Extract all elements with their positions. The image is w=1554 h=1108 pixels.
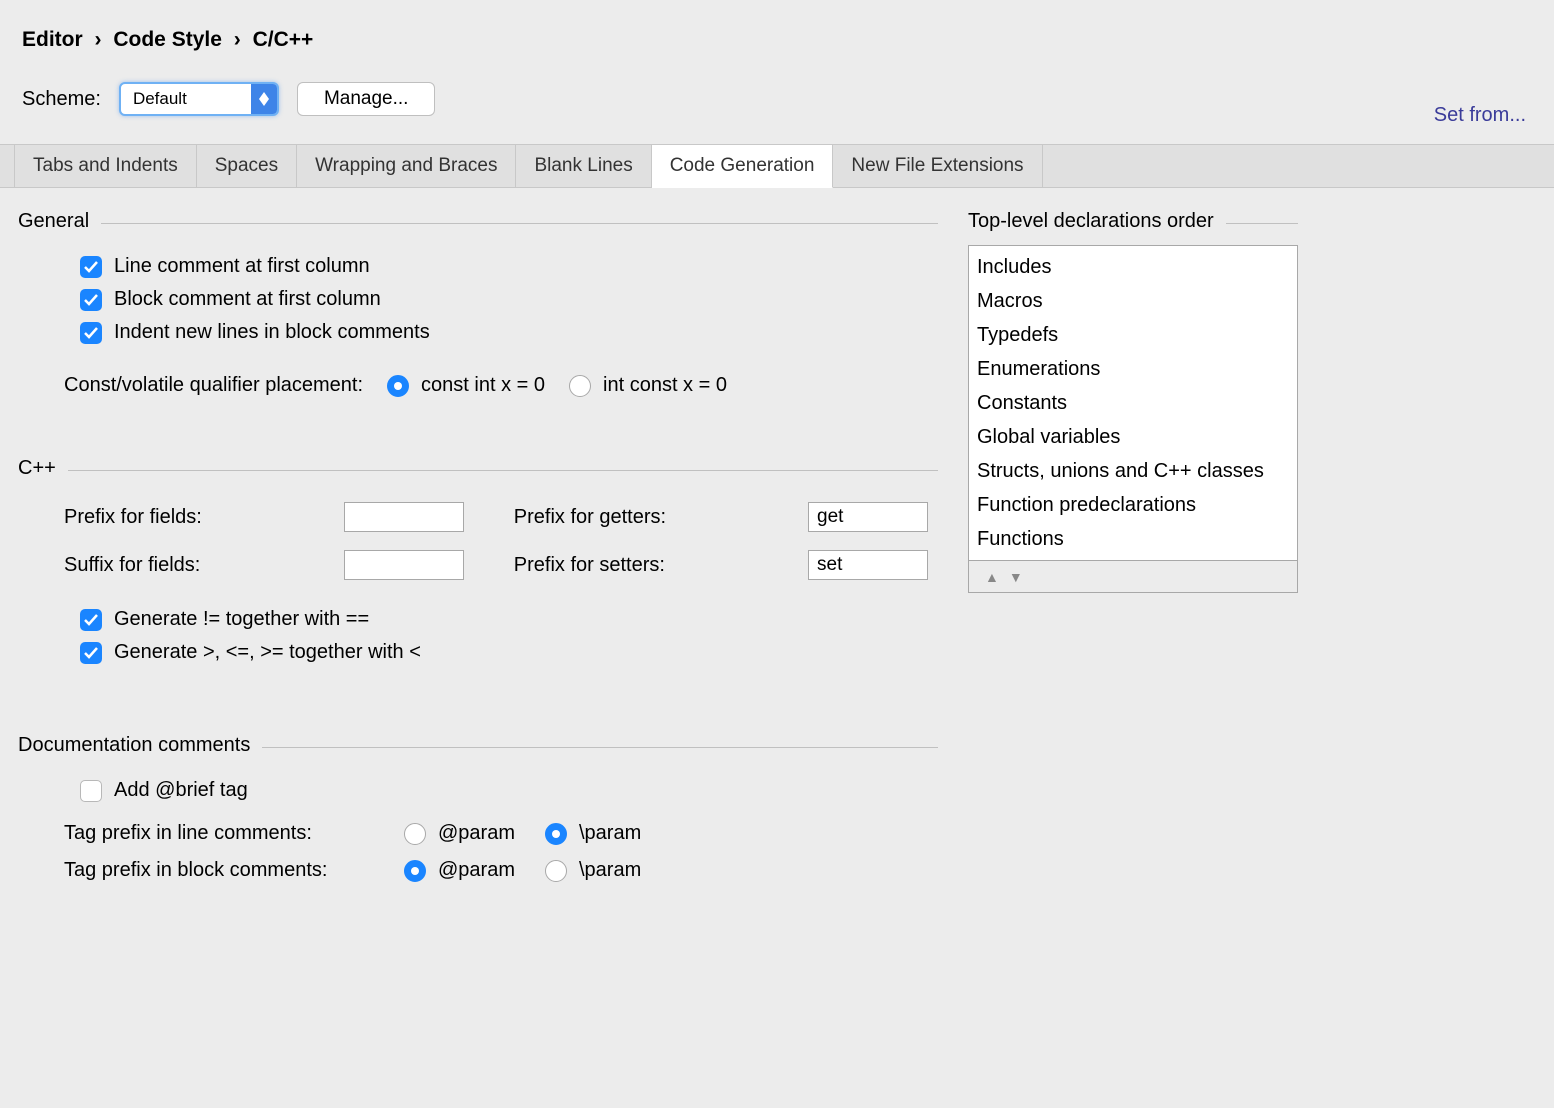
divider bbox=[262, 747, 938, 748]
block-comment-first-col-label: Block comment at first column bbox=[114, 288, 381, 311]
gen-ne-label: Generate != together with == bbox=[114, 608, 369, 631]
tab-tabs-indents[interactable]: Tabs and Indents bbox=[14, 145, 197, 187]
tabs: Tabs and Indents Spaces Wrapping and Bra… bbox=[0, 144, 1554, 188]
divider bbox=[68, 470, 938, 471]
divider bbox=[101, 223, 938, 224]
cv-int-const-radio[interactable] bbox=[569, 375, 591, 397]
list-item[interactable]: Structs, unions and C++ classes bbox=[975, 454, 1291, 488]
tab-code-generation[interactable]: Code Generation bbox=[652, 145, 834, 188]
tag-line-bs-label: \param bbox=[579, 822, 641, 845]
set-from-link[interactable]: Set from... bbox=[1434, 104, 1526, 127]
list-item[interactable]: Enumerations bbox=[975, 352, 1291, 386]
tag-line-bs-radio[interactable] bbox=[545, 823, 567, 845]
list-item[interactable]: Typedefs bbox=[975, 318, 1291, 352]
scheme-label: Scheme: bbox=[22, 88, 101, 111]
breadcrumb-ccpp: C/C++ bbox=[253, 28, 314, 51]
add-brief-checkbox[interactable] bbox=[80, 780, 102, 802]
tag-block-bs-radio[interactable] bbox=[545, 860, 567, 882]
tab-blank-lines[interactable]: Blank Lines bbox=[516, 145, 651, 187]
divider bbox=[1226, 223, 1298, 224]
prefix-getters-label: Prefix for getters: bbox=[514, 506, 768, 529]
add-brief-label: Add @brief tag bbox=[114, 779, 248, 802]
tab-spaces[interactable]: Spaces bbox=[197, 145, 297, 187]
tag-line-at-label: @param bbox=[438, 822, 515, 845]
gen-cmp-label: Generate >, <=, >= together with < bbox=[114, 641, 421, 664]
cv-int-const-label: int const x = 0 bbox=[603, 374, 727, 397]
list-item[interactable]: Function predeclarations bbox=[975, 488, 1291, 522]
prefix-getters-input[interactable] bbox=[808, 502, 928, 532]
indent-new-lines-checkbox[interactable] bbox=[80, 322, 102, 344]
suffix-fields-input[interactable] bbox=[344, 550, 464, 580]
cv-const-int-label: const int x = 0 bbox=[421, 374, 545, 397]
cv-qualifier-label: Const/volatile qualifier placement: bbox=[64, 374, 363, 397]
indent-new-lines-label: Indent new lines in block comments bbox=[114, 321, 430, 344]
tag-line-at-radio[interactable] bbox=[404, 823, 426, 845]
breadcrumb-code-style[interactable]: Code Style bbox=[113, 28, 222, 51]
cv-const-int-radio[interactable] bbox=[387, 375, 409, 397]
breadcrumb-editor[interactable]: Editor bbox=[22, 28, 83, 51]
manage-button[interactable]: Manage... bbox=[297, 82, 436, 116]
prefix-setters-input[interactable] bbox=[808, 550, 928, 580]
tag-line-label: Tag prefix in line comments: bbox=[64, 822, 374, 845]
gen-cmp-checkbox[interactable] bbox=[80, 642, 102, 664]
chevron-right-icon: › bbox=[234, 28, 241, 51]
tab-wrapping[interactable]: Wrapping and Braces bbox=[297, 145, 516, 187]
tag-block-bs-label: \param bbox=[579, 859, 641, 882]
list-item[interactable]: Functions bbox=[975, 522, 1291, 556]
breadcrumb: Editor › Code Style › C/C++ bbox=[22, 28, 1536, 52]
list-item[interactable]: Global variables bbox=[975, 420, 1291, 454]
tag-block-label: Tag prefix in block comments: bbox=[64, 859, 374, 882]
tag-block-at-label: @param bbox=[438, 859, 515, 882]
section-order-title: Top-level declarations order bbox=[968, 210, 1214, 233]
tag-block-at-radio[interactable] bbox=[404, 860, 426, 882]
move-up-icon[interactable]: ▲ bbox=[985, 569, 999, 585]
list-item[interactable]: Constants bbox=[975, 386, 1291, 420]
list-item[interactable]: Macros bbox=[975, 284, 1291, 318]
prefix-setters-label: Prefix for setters: bbox=[514, 554, 768, 577]
list-item[interactable]: Includes bbox=[975, 250, 1291, 284]
tab-new-file-ext[interactable]: New File Extensions bbox=[833, 145, 1042, 187]
declarations-order-list[interactable]: Includes Macros Typedefs Enumerations Co… bbox=[968, 245, 1298, 561]
line-comment-first-col-label: Line comment at first column bbox=[114, 255, 370, 278]
move-down-icon[interactable]: ▼ bbox=[1009, 569, 1023, 585]
prefix-fields-label: Prefix for fields: bbox=[64, 506, 304, 529]
scheme-value: Default bbox=[133, 89, 187, 109]
chevron-right-icon: › bbox=[95, 28, 102, 51]
block-comment-first-col-checkbox[interactable] bbox=[80, 289, 102, 311]
prefix-fields-input[interactable] bbox=[344, 502, 464, 532]
gen-ne-checkbox[interactable] bbox=[80, 609, 102, 631]
section-general-title: General bbox=[18, 210, 89, 233]
section-cpp-title: C++ bbox=[18, 457, 56, 480]
updown-arrows-icon bbox=[251, 84, 277, 114]
suffix-fields-label: Suffix for fields: bbox=[64, 554, 304, 577]
line-comment-first-col-checkbox[interactable] bbox=[80, 256, 102, 278]
scheme-select[interactable]: Default bbox=[119, 82, 279, 116]
section-doc-title: Documentation comments bbox=[18, 734, 250, 757]
